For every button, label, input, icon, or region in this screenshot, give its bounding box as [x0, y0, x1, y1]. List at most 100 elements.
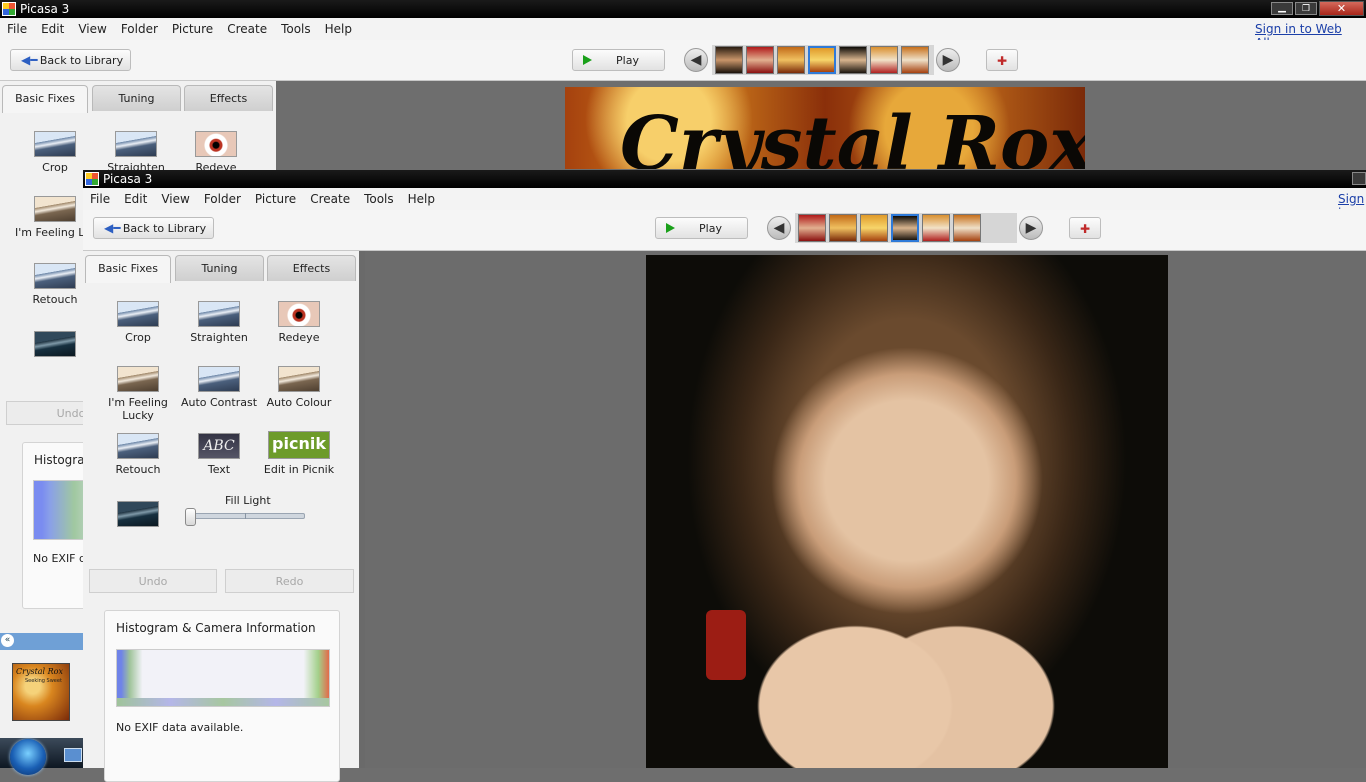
tab-label: Tuning	[201, 262, 238, 275]
fill-light-icon	[34, 331, 76, 357]
undo-button[interactable]: Undo	[89, 569, 217, 593]
menu-help[interactable]: Help	[401, 188, 442, 210]
menu-create[interactable]: Create	[220, 18, 274, 40]
tab-basic-fixes[interactable]: Basic Fixes	[2, 85, 88, 113]
tool-label: Auto Contrast	[180, 396, 258, 409]
tab-effects[interactable]: Effects	[267, 255, 356, 281]
auto-contrast-tool[interactable]: Auto Contrast	[179, 366, 259, 409]
share-icon: ✚	[1079, 222, 1091, 236]
fill-light-slider[interactable]	[185, 508, 305, 526]
back-window-title: Picasa 3	[20, 2, 70, 16]
back-window-menubar: File Edit View Folder Picture Create Tools Help…	[0, 18, 1366, 50]
picasa-app-icon	[85, 172, 99, 186]
thumbnail[interactable]	[922, 214, 950, 242]
next-photo-button[interactable]: ▶	[1019, 216, 1043, 240]
histogram-graph	[116, 649, 330, 707]
thumbnail-selected[interactable]	[891, 214, 919, 242]
text-tool[interactable]: ABC Text	[179, 433, 259, 476]
menu-picture[interactable]: Picture	[248, 188, 303, 210]
redeye-tool[interactable]: Redeye	[176, 131, 256, 174]
edit-in-picnik-tool[interactable]: picnik Edit in Picnik	[259, 431, 339, 476]
tool-label: Retouch	[115, 463, 161, 476]
share-photos-button[interactable]: ✚	[986, 49, 1018, 71]
photo-red-top	[706, 610, 746, 680]
tool-label: Crop	[125, 331, 151, 344]
start-orb-icon[interactable]	[10, 739, 46, 775]
retouch-tool[interactable]: Retouch	[98, 433, 178, 476]
minimize-button[interactable]: ▁	[1271, 2, 1293, 15]
thumbnail[interactable]	[839, 46, 867, 74]
back-to-library-label: Back to Library	[122, 222, 207, 235]
redeye-tool[interactable]: Redeye	[259, 301, 339, 344]
play-label: Play	[616, 54, 639, 67]
menu-tools[interactable]: Tools	[357, 188, 401, 210]
play-button[interactable]: Play	[572, 49, 665, 71]
tab-effects[interactable]: Effects	[184, 85, 273, 111]
album-thumb-title: Crystal Rox	[16, 667, 64, 676]
thumbnail[interactable]	[901, 46, 929, 74]
play-button[interactable]: Play	[655, 217, 748, 239]
main-photo[interactable]	[646, 255, 1168, 768]
feeling-lucky-tool[interactable]: I'm Feeling Lucky	[93, 366, 183, 422]
menu-file[interactable]: File	[83, 188, 117, 210]
slider-tick	[245, 513, 246, 519]
album-thumbnail[interactable]: Crystal Rox Seeking Sweet	[12, 663, 70, 721]
tab-label: Effects	[292, 262, 331, 275]
menu-create[interactable]: Create	[303, 188, 357, 210]
thumbnail[interactable]	[715, 46, 743, 74]
thumbnail[interactable]	[798, 214, 826, 242]
album-thumb-subtitle: Seeking Sweet	[25, 678, 62, 684]
crop-tool[interactable]: Crop	[15, 131, 95, 174]
menu-file[interactable]: File	[0, 18, 34, 40]
thumbnail-selected[interactable]	[808, 46, 836, 74]
right-arrow-icon: ▶	[1025, 220, 1037, 236]
tab-tuning[interactable]: Tuning	[175, 255, 264, 281]
straighten-tool[interactable]: Straighten	[179, 301, 259, 344]
fill-light-icon	[117, 501, 159, 527]
auto-colour-tool[interactable]: Auto Colour	[259, 366, 339, 409]
crop-icon	[34, 131, 76, 157]
fill-light-tool[interactable]	[98, 501, 178, 531]
menu-edit[interactable]: Edit	[117, 188, 154, 210]
show-desktop-icon[interactable]	[64, 748, 82, 762]
back-to-library-button[interactable]: ◀━ Back to Library	[10, 49, 131, 71]
minimize-button[interactable]	[1352, 172, 1366, 185]
next-photo-button[interactable]: ▶	[936, 48, 960, 72]
menu-edit[interactable]: Edit	[34, 18, 71, 40]
share-photos-button[interactable]: ✚	[1069, 217, 1101, 239]
play-icon	[666, 223, 675, 233]
menu-tools[interactable]: Tools	[274, 18, 318, 40]
tab-label: Effects	[209, 92, 248, 105]
menu-folder[interactable]: Folder	[197, 188, 248, 210]
thumbnail[interactable]	[860, 214, 888, 242]
tab-basic-fixes[interactable]: Basic Fixes	[85, 255, 171, 283]
redo-button[interactable]: Redo	[225, 569, 354, 593]
previous-photo-button[interactable]: ◀	[684, 48, 708, 72]
exif-text: No EXIF data available.	[116, 721, 244, 734]
thumbnail[interactable]	[746, 46, 774, 74]
crop-tool[interactable]: Crop	[98, 301, 178, 344]
tool-label: Retouch	[32, 293, 78, 306]
fill-light-slider-handle[interactable]	[185, 508, 196, 526]
menu-view[interactable]: View	[71, 18, 113, 40]
thumbnail[interactable]	[829, 214, 857, 242]
menu-folder[interactable]: Folder	[114, 18, 165, 40]
back-to-library-button[interactable]: ◀━ Back to Library	[93, 217, 214, 239]
menu-picture[interactable]: Picture	[165, 18, 220, 40]
thumbnail[interactable]	[777, 46, 805, 74]
maximize-button[interactable]: ❐	[1295, 2, 1317, 15]
close-button[interactable]: ✕	[1319, 1, 1364, 16]
thumbnail[interactable]	[870, 46, 898, 74]
menu-help[interactable]: Help	[318, 18, 359, 40]
photo-thumbnail-strip	[712, 45, 934, 75]
straighten-icon	[198, 301, 240, 327]
back-window-photo: Crystal Rox	[565, 87, 1085, 169]
menu-view[interactable]: View	[154, 188, 196, 210]
picnik-icon: picnik	[268, 431, 330, 459]
straighten-tool[interactable]: Straighten	[96, 131, 176, 174]
tab-tuning[interactable]: Tuning	[92, 85, 181, 111]
share-icon: ✚	[996, 54, 1008, 68]
previous-photo-button[interactable]: ◀	[767, 216, 791, 240]
thumbnail[interactable]	[953, 214, 981, 242]
windows-taskbar	[0, 738, 84, 775]
